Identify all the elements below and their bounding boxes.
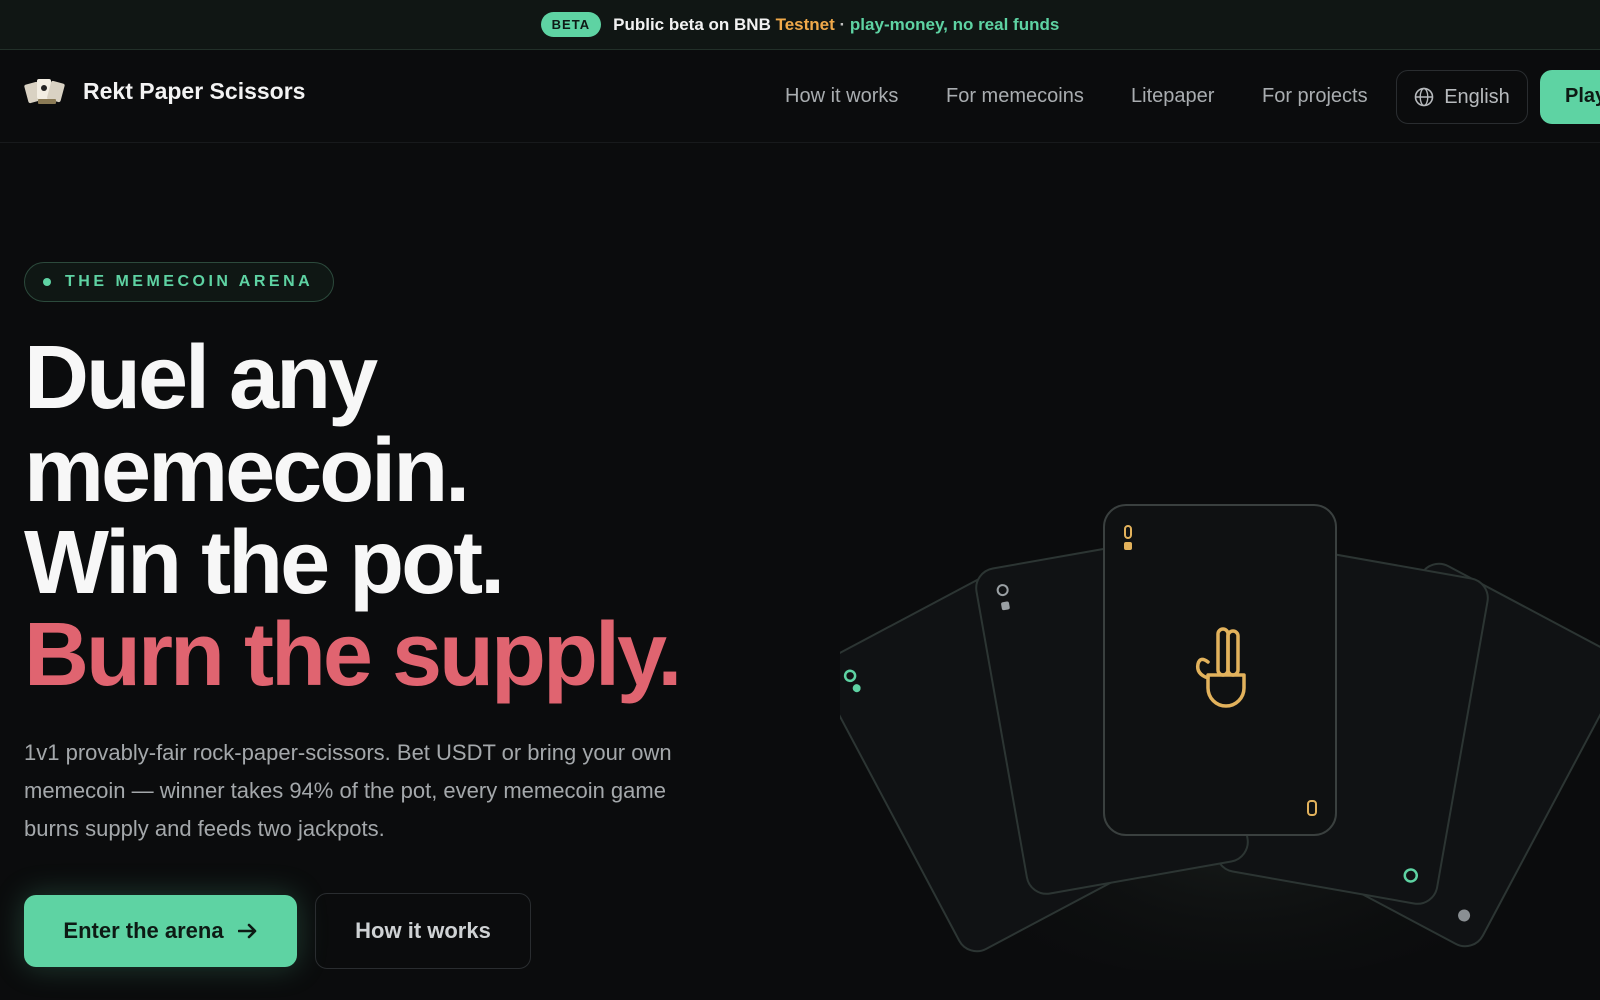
- hero-eyebrow: THE MEMECOIN ARENA: [24, 262, 335, 302]
- globe-icon: [1414, 87, 1434, 107]
- brand-name[interactable]: Rekt Paper Scissors: [83, 78, 305, 105]
- enter-arena-button[interactable]: Enter the arena: [24, 895, 297, 967]
- headline-line-3: Win the pot.: [24, 513, 505, 613]
- nav-for-projects[interactable]: For projects: [1262, 85, 1368, 108]
- headline-line-2: memecoin.: [24, 421, 470, 521]
- hero-subtext: 1v1 provably-fair rock-paper-scissors. B…: [24, 740, 672, 841]
- arrow-right-icon: [237, 923, 256, 939]
- beta-text: Public beta on BNB: [613, 14, 771, 34]
- status-dot: [43, 278, 51, 286]
- how-it-works-button[interactable]: How it works: [315, 893, 531, 969]
- play-button[interactable]: Play: [1540, 70, 1600, 124]
- language-label: English: [1444, 85, 1510, 108]
- nav-litepaper[interactable]: Litepaper: [1131, 85, 1214, 108]
- beta-badge: BETA: [540, 12, 602, 37]
- headline-line-1: Duel any: [24, 328, 378, 428]
- nav-for-memecoins[interactable]: For memecoins: [946, 85, 1084, 108]
- headline-accent: Burn the supply.: [24, 605, 682, 705]
- beta-note: play-money, no real funds: [849, 14, 1060, 34]
- playing-cards-logo-icon[interactable]: [24, 75, 68, 107]
- nav-how-it-works[interactable]: How it works: [785, 85, 898, 108]
- site-header: Rekt Paper Scissors How it works For mem…: [0, 51, 1600, 143]
- beta-separator: ·: [839, 14, 846, 34]
- beta-testnet: Testnet: [775, 14, 835, 34]
- beta-banner: BETA Public beta on BNB Testnet · play-m…: [0, 0, 1600, 50]
- language-selector[interactable]: English: [1396, 70, 1528, 124]
- card-center: [1103, 504, 1337, 836]
- eyebrow-label: THE MEMECOIN ARENA: [65, 273, 314, 290]
- enter-arena-label: Enter the arena: [63, 918, 224, 943]
- cards-illustration: [840, 504, 1600, 970]
